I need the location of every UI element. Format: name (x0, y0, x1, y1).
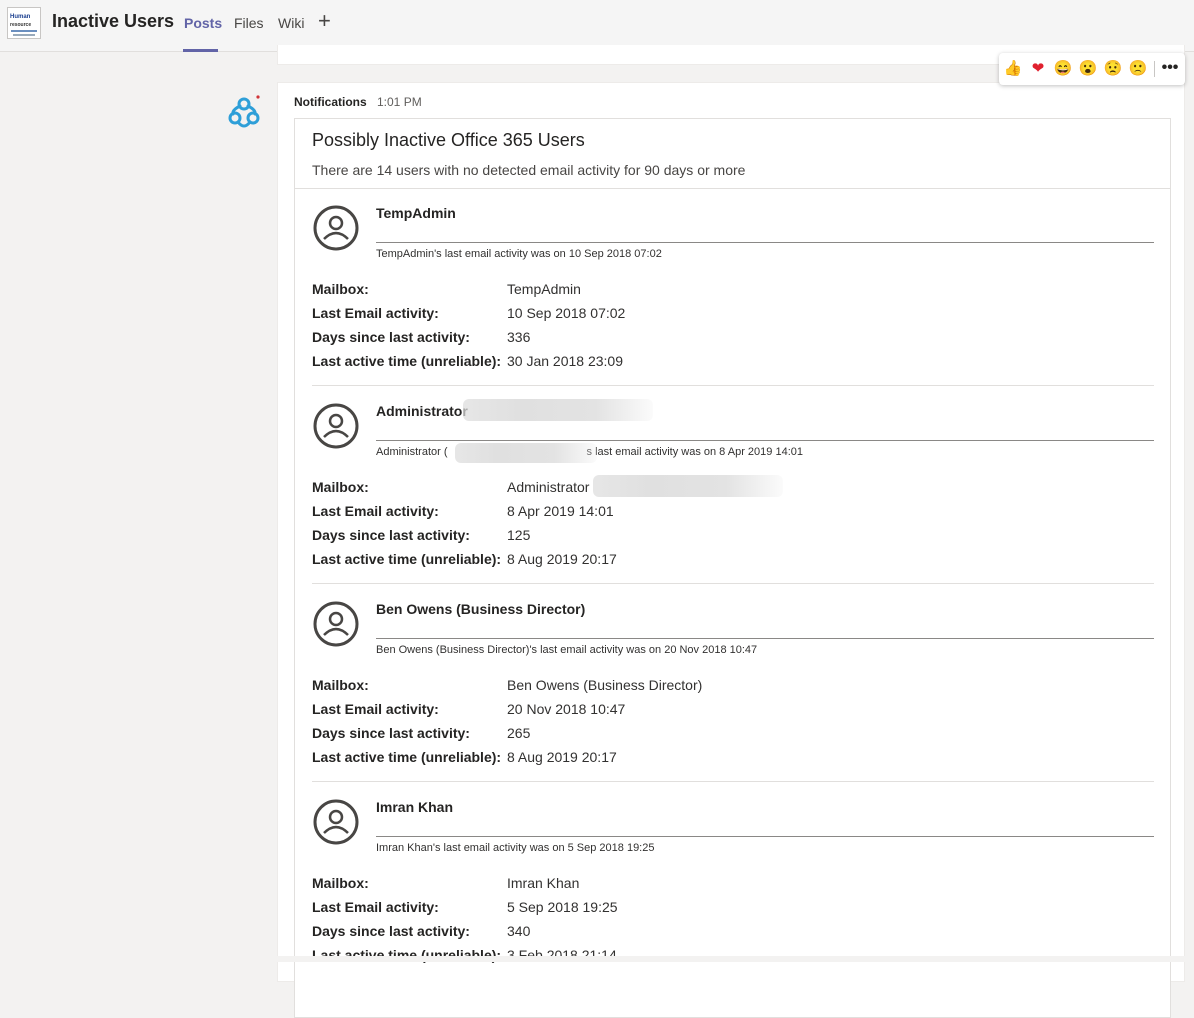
last-email-value: 8 Apr 2019 14:01 (507, 503, 614, 519)
redacted-area (593, 475, 783, 497)
reaction-bar: 👍 ❤ 😄 😮 😟 🙁 ••• (999, 53, 1185, 85)
mailbox-value: Imran Khan (507, 875, 580, 891)
user-name: Administrator (376, 403, 468, 419)
heart-icon[interactable]: ❤ (1028, 59, 1048, 79)
reaction-separator (1154, 61, 1155, 77)
last-active-value: 8 Aug 2019 20:17 (507, 749, 617, 765)
user-avatar-icon (313, 601, 359, 647)
user-entry: Ben Owens (Business Director) Ben Owens … (295, 585, 1170, 783)
tab-posts[interactable]: Posts (184, 15, 222, 31)
last-email-label: Last Email activity: (312, 899, 439, 915)
laugh-icon[interactable]: 😄 (1053, 59, 1073, 79)
notification-message[interactable]: Notifications 1:01 PM Possibly Inactive … (277, 82, 1185, 1018)
last-active-label: Last active time (unreliable): (312, 353, 502, 369)
card-subtitle: There are 14 users with no detected emai… (312, 162, 746, 178)
redacted-area (463, 399, 653, 421)
user-divider (312, 781, 1154, 782)
mailbox-label: Mailbox: (312, 479, 369, 495)
message-timestamp: 1:01 PM (377, 95, 422, 109)
user-entry: TempAdmin TempAdmin's last email activit… (295, 189, 1170, 387)
user-separator (376, 242, 1154, 243)
last-email-value: 10 Sep 2018 07:02 (507, 305, 626, 321)
days-since-label: Days since last activity: (312, 527, 470, 543)
last-email-value: 20 Nov 2018 10:47 (507, 701, 626, 717)
message-sender[interactable]: Notifications (294, 95, 367, 109)
mailbox-value: Administrator (507, 479, 590, 495)
user-avatar-icon (313, 205, 359, 251)
redacted-area (455, 443, 597, 463)
bot-avatar-icon (228, 95, 260, 128)
logo-lettering-2: resource (10, 22, 32, 28)
user-name: Imran Khan (376, 799, 454, 815)
mailbox-value: Ben Owens (Business Director) (507, 677, 703, 693)
card-header: Possibly Inactive Office 365 Users There… (295, 119, 1170, 189)
card-title: Possibly Inactive Office 365 Users (312, 130, 585, 150)
user-activity-note: Ben Owens (Business Director)'s last ema… (376, 644, 758, 656)
more-options-icon[interactable]: ••• (1160, 58, 1180, 78)
surprised-icon[interactable]: 😮 (1078, 59, 1098, 79)
user-divider (312, 385, 1154, 386)
team-logo[interactable]: Human resource (7, 7, 41, 39)
days-since-label: Days since last activity: (312, 329, 470, 345)
last-email-label: Last Email activity: (312, 305, 439, 321)
user-name: Ben Owens (Business Director) (376, 601, 586, 617)
user-avatar-icon (313, 403, 359, 449)
last-active-value: 30 Jan 2018 23:09 (507, 353, 623, 369)
tab-wiki[interactable]: Wiki (278, 15, 304, 31)
logo-lettering: Human (10, 14, 31, 20)
mailbox-value: TempAdmin (507, 281, 581, 297)
days-since-value: 340 (507, 923, 531, 939)
tab-files[interactable]: Files (234, 15, 264, 31)
user-avatar-icon (313, 799, 359, 845)
active-tab-indicator (183, 49, 218, 52)
angry-icon[interactable]: 🙁 (1128, 59, 1148, 79)
user-divider (312, 583, 1154, 584)
days-since-label: Days since last activity: (312, 923, 470, 939)
user-separator (376, 836, 1154, 837)
user-separator (376, 638, 1154, 639)
mailbox-label: Mailbox: (312, 281, 369, 297)
last-email-value: 5 Sep 2018 19:25 (507, 899, 618, 915)
last-active-value: 8 Aug 2019 20:17 (507, 551, 617, 567)
last-email-label: Last Email activity: (312, 503, 439, 519)
like-icon[interactable]: 👍 (1003, 59, 1023, 79)
sad-icon[interactable]: 😟 (1103, 59, 1123, 79)
user-activity-note: Imran Khan's last email activity was on … (376, 842, 655, 854)
user-name: TempAdmin (376, 205, 456, 221)
last-email-label: Last Email activity: (312, 701, 439, 717)
user-entry: Imran Khan Imran Khan's last email activ… (295, 783, 1170, 981)
plus-icon[interactable]: + (318, 10, 331, 32)
adaptive-card: Possibly Inactive Office 365 Users There… (294, 118, 1171, 1018)
days-since-value: 336 (507, 329, 531, 345)
last-active-label: Last active time (unreliable): (312, 749, 502, 765)
team-name[interactable]: Inactive Users (52, 11, 174, 32)
user-entry: Administrator Administrator (s last emai… (295, 387, 1170, 585)
user-activity-note: TempAdmin's last email activity was on 1… (376, 248, 662, 260)
last-active-label: Last active time (unreliable): (312, 551, 502, 567)
days-since-label: Days since last activity: (312, 725, 470, 741)
days-since-value: 125 (507, 527, 531, 543)
days-since-value: 265 (507, 725, 531, 741)
mailbox-label: Mailbox: (312, 875, 369, 891)
mailbox-label: Mailbox: (312, 677, 369, 693)
bottom-edge (224, 956, 1194, 962)
user-separator (376, 440, 1154, 441)
